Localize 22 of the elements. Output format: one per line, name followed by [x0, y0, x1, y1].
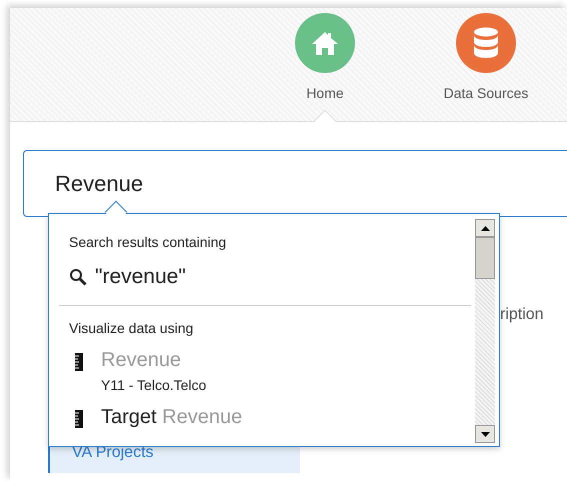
scrollbar[interactable]: [475, 219, 495, 443]
search-field[interactable]: Revenue: [23, 150, 567, 217]
home-icon: [311, 30, 339, 56]
database-icon: [473, 27, 499, 59]
scroll-up-button[interactable]: [475, 219, 495, 237]
nav-label[interactable]: Data Sources: [444, 85, 528, 101]
caret-up-icon: [480, 226, 490, 230]
nav-label[interactable]: Home: [306, 85, 344, 101]
nav-circle[interactable]: [456, 13, 516, 73]
search-term[interactable]: "revenue": [95, 261, 186, 292]
result-name[interactable]: Target Revenue: [101, 402, 242, 432]
section-heading: Visualize data using: [69, 318, 194, 338]
column-header: ription: [500, 306, 544, 323]
ruler-icon: [75, 352, 83, 370]
scroll-down-button[interactable]: [475, 425, 495, 443]
result-source: Y11 - Telco.Telco: [101, 376, 206, 394]
search-icon: [69, 268, 87, 286]
caret-down-icon: [480, 432, 490, 436]
scroll-thumb[interactable]: [475, 237, 495, 279]
nav-circle[interactable]: [295, 13, 355, 73]
ruler-icon: [75, 410, 83, 428]
section-heading: Search results containing: [69, 233, 228, 252]
